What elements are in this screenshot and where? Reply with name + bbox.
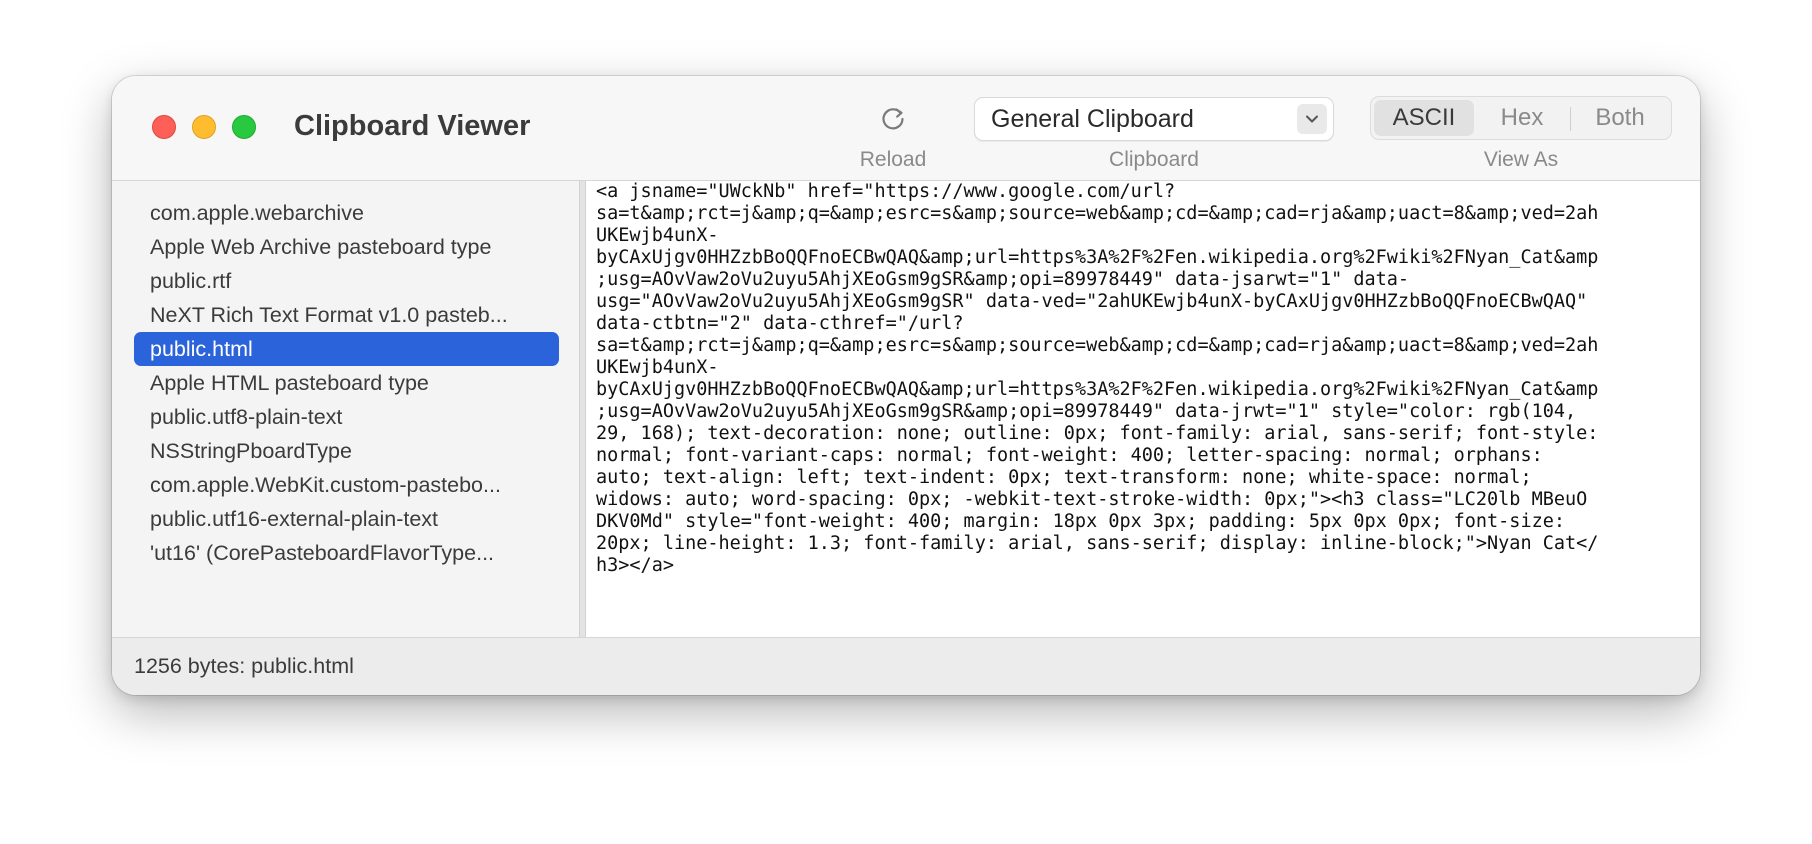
- clipboard-select-value: General Clipboard: [991, 105, 1194, 133]
- content-line: h3></a>: [596, 555, 674, 576]
- split-view-divider[interactable]: [579, 181, 586, 637]
- content-line: sa=t&amp;rct=j&amp;q=&amp;esrc=s&amp;sou…: [596, 335, 1599, 356]
- clipboard-select[interactable]: General Clipboard: [974, 97, 1334, 141]
- toolbar: Clipboard Viewer Reload General Clipboar…: [112, 76, 1700, 181]
- list-item[interactable]: 'ut16' (CorePasteboardFlavorType...: [134, 536, 559, 570]
- zoom-button[interactable]: [232, 115, 256, 139]
- content-line: data-ctbtn="2" data-cthref="/url?: [596, 313, 964, 334]
- list-item[interactable]: NeXT Rich Text Format v1.0 pasteb...: [134, 298, 559, 332]
- list-item[interactable]: com.apple.WebKit.custom-pastebo...: [134, 468, 559, 502]
- content-line: UKEwjb4unX-: [596, 357, 719, 378]
- list-item-selected[interactable]: public.html: [134, 332, 559, 366]
- window-title: Clipboard Viewer: [294, 110, 531, 142]
- content-line: byCAxUjgv0HHZzbBoQQFnoECBwQAQ&amp;url=ht…: [596, 247, 1599, 268]
- content-line: ;usg=AOvVaw2oVu2uyu5AhjXEoGsm9gSR&amp;op…: [596, 269, 1410, 290]
- content-line: 29, 168); text-decoration: none; outline…: [596, 423, 1599, 444]
- clipboard-content-view[interactable]: <a jsname="UWckNb" href="https://www.goo…: [586, 181, 1700, 637]
- list-item[interactable]: public.utf8-plain-text: [134, 400, 559, 434]
- status-text: 1256 bytes: public.html: [134, 654, 354, 678]
- list-item[interactable]: Apple HTML pasteboard type: [134, 366, 559, 400]
- content-line: auto; text-align: left; text-indent: 0px…: [596, 467, 1532, 488]
- view-as-label: View As: [1483, 148, 1559, 171]
- list-item[interactable]: com.apple.webarchive: [134, 196, 559, 230]
- content-line: usg="AOvVaw2oVu2uyu5AhjXEoGsm9gSR" data-…: [596, 291, 1588, 312]
- view-as-segmented-control: ASCII Hex Both: [1370, 96, 1672, 140]
- close-button[interactable]: [152, 115, 176, 139]
- view-mode-both[interactable]: Both: [1571, 100, 1669, 136]
- content-line: sa=t&amp;rct=j&amp;q=&amp;esrc=s&amp;sou…: [596, 203, 1599, 224]
- content-line: ;usg=AOvVaw2oVu2uyu5AhjXEoGsm9gSR&amp;op…: [596, 401, 1577, 422]
- reload-button[interactable]: [872, 100, 914, 142]
- view-mode-hex[interactable]: Hex: [1474, 100, 1570, 136]
- content-line: widows: auto; word-spacing: 0px; -webkit…: [596, 489, 1588, 510]
- minimize-button[interactable]: [192, 115, 216, 139]
- content-line: DKV0Md" style="font-weight: 400; margin:…: [596, 511, 1566, 532]
- list-item[interactable]: NSStringPboardType: [134, 434, 559, 468]
- clipboard-content-text: <a jsname="UWckNb" href="https://www.goo…: [596, 181, 1696, 577]
- chevron-down-icon: [1297, 104, 1327, 134]
- clipboard-viewer-window: Clipboard Viewer Reload General Clipboar…: [112, 76, 1700, 695]
- pasteboard-type-list: com.apple.webarchive Apple Web Archive p…: [112, 181, 579, 637]
- reload-label: Reload: [859, 148, 927, 171]
- list-item[interactable]: public.utf16-external-plain-text: [134, 502, 559, 536]
- view-mode-ascii[interactable]: ASCII: [1374, 100, 1474, 136]
- content-line: byCAxUjgv0HHZzbBoQQFnoECBwQAQ&amp;url=ht…: [596, 379, 1599, 400]
- reload-icon: [878, 104, 908, 139]
- content-line: UKEwjb4unX-: [596, 225, 719, 246]
- content-line: <a jsname="UWckNb" href="https://www.goo…: [596, 181, 1176, 202]
- list-item[interactable]: Apple Web Archive pasteboard type: [134, 230, 559, 264]
- list-item[interactable]: public.rtf: [134, 264, 559, 298]
- status-bar: 1256 bytes: public.html: [112, 637, 1700, 695]
- content-line: normal; font-variant-caps: normal; font-…: [596, 445, 1543, 466]
- content-line: 20px; line-height: 1.3; font-family: ari…: [596, 533, 1599, 554]
- clipboard-label: Clipboard: [1109, 148, 1199, 171]
